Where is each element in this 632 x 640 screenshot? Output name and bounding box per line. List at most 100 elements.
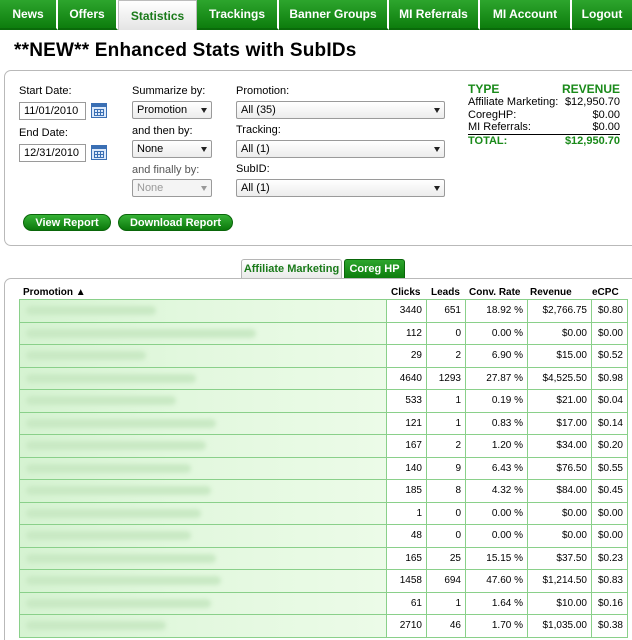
ecpc-cell: $0.55 — [591, 457, 628, 479]
col-header-promotion[interactable]: Promotion ▲ — [23, 287, 86, 298]
revenue-row: CoregHP: $0.00 — [468, 109, 620, 122]
nav-logout[interactable]: Logout — [572, 0, 632, 30]
top-nav: News Offers Statistics Trackings Banner … — [0, 0, 632, 30]
then-by-select[interactable]: None — [132, 140, 212, 158]
revenue-cell: $0.00 — [527, 525, 591, 547]
ecpc-cell: $0.45 — [591, 480, 628, 502]
ecpc-cell: $0.98 — [591, 367, 628, 389]
conv-rate-cell: 27.87 % — [465, 367, 527, 389]
tracking-value: All (1) — [241, 143, 270, 155]
finally-by-select[interactable]: None — [132, 179, 212, 197]
promotion-select[interactable]: All (35) — [236, 101, 445, 119]
leads-cell: 0 — [426, 525, 465, 547]
revenue-cell: $0.00 — [527, 502, 591, 524]
conv-rate-cell: 15.15 % — [465, 547, 527, 569]
subid-select[interactable]: All (1) — [236, 179, 445, 197]
leads-cell: 2 — [426, 345, 465, 367]
ecpc-cell: $0.00 — [591, 525, 628, 547]
leads-cell: 25 — [426, 547, 465, 569]
revenue-summary: TYPE REVENUE Affiliate Marketing: $12,95… — [468, 82, 620, 147]
ecpc-cell: $0.80 — [591, 300, 628, 322]
table-row: 533 1 0.19 % $21.00 $0.04 — [19, 390, 628, 413]
table-row: 4640 1293 27.87 % $4,525.50 $0.98 — [19, 367, 628, 390]
ecpc-cell: $0.83 — [591, 570, 628, 592]
nav-mi-referrals[interactable]: MI Referrals — [389, 0, 480, 30]
table-row: 3440 651 18.92 % $2,766.75 $0.80 — [19, 300, 628, 323]
ecpc-cell: $0.52 — [591, 345, 628, 367]
clicks-cell: 29 — [386, 345, 426, 367]
download-report-button[interactable]: Download Report — [118, 214, 233, 231]
start-date-label: Start Date: — [19, 85, 72, 97]
nav-trackings[interactable]: Trackings — [197, 0, 279, 30]
nav-banner-groups[interactable]: Banner Groups — [279, 0, 389, 30]
chevron-down-icon — [201, 108, 207, 113]
tracking-label: Tracking: — [236, 124, 281, 136]
start-date-input[interactable]: 11/01/2010 — [19, 102, 86, 120]
leads-cell: 9 — [426, 457, 465, 479]
end-date-label: End Date: — [19, 127, 68, 139]
revenue-value: $12,950.70 — [564, 96, 620, 108]
nav-statistics[interactable]: Statistics — [118, 0, 197, 30]
page-title: **NEW** Enhanced Stats with SubIDs — [14, 40, 357, 61]
revenue-value: $0.00 — [592, 121, 620, 133]
conv-rate-cell: 47.60 % — [465, 570, 527, 592]
leads-cell: 694 — [426, 570, 465, 592]
table-row: 112 0 0.00 % $0.00 $0.00 — [19, 322, 628, 345]
chevron-down-icon — [434, 186, 440, 191]
then-by-label: and then by: — [132, 125, 193, 137]
conv-rate-cell: 1.70 % — [465, 615, 527, 637]
leads-cell: 1 — [426, 412, 465, 434]
table-row: 165 25 15.15 % $37.50 $0.23 — [19, 547, 628, 570]
clicks-cell: 112 — [386, 322, 426, 344]
revenue-cell: $34.00 — [527, 435, 591, 457]
leads-cell: 1 — [426, 390, 465, 412]
nav-offers[interactable]: Offers — [58, 0, 118, 30]
leads-cell: 0 — [426, 502, 465, 524]
table-row: 2710 46 1.70 % $1,035.00 $0.38 — [19, 615, 628, 638]
tab-coreg-hp[interactable]: Coreg HP — [344, 259, 405, 278]
redacted-promotion-name — [26, 621, 166, 631]
summarize-select[interactable]: Promotion — [132, 101, 212, 119]
col-header-leads[interactable]: Leads — [431, 287, 460, 298]
clicks-cell: 165 — [386, 547, 426, 569]
col-header-conv-rate[interactable]: Conv. Rate — [469, 287, 521, 298]
nav-news[interactable]: News — [0, 0, 58, 30]
leads-cell: 651 — [426, 300, 465, 322]
promotion-cell — [19, 300, 386, 322]
col-header-revenue[interactable]: Revenue — [530, 287, 572, 298]
revenue-cell: $2,766.75 — [527, 300, 591, 322]
revenue-cell: $4,525.50 — [527, 367, 591, 389]
clicks-cell: 121 — [386, 412, 426, 434]
redacted-promotion-name — [26, 598, 211, 608]
promotion-cell — [19, 615, 386, 637]
leads-cell: 1293 — [426, 367, 465, 389]
end-date-input[interactable]: 12/31/2010 — [19, 144, 86, 162]
clicks-cell: 167 — [386, 435, 426, 457]
calendar-icon[interactable] — [91, 103, 107, 118]
promotion-value: All (35) — [241, 104, 276, 116]
revenue-cell: $15.00 — [527, 345, 591, 367]
col-header-ecpc[interactable]: eCPC — [592, 287, 619, 298]
view-report-button[interactable]: View Report — [23, 214, 111, 231]
ecpc-cell: $0.14 — [591, 412, 628, 434]
revenue-cell: $1,035.00 — [527, 615, 591, 637]
revenue-type: MI Referrals: — [468, 121, 531, 133]
revenue-row: MI Referrals: $0.00 — [468, 121, 620, 134]
clicks-cell: 533 — [386, 390, 426, 412]
conv-rate-cell: 1.64 % — [465, 592, 527, 614]
col-header-clicks[interactable]: Clicks — [391, 287, 420, 298]
clicks-cell: 48 — [386, 525, 426, 547]
redacted-promotion-name — [26, 418, 216, 428]
revenue-cell: $10.00 — [527, 592, 591, 614]
conv-rate-cell: 0.00 % — [465, 322, 527, 344]
ecpc-cell: $0.04 — [591, 390, 628, 412]
redacted-promotion-name — [26, 441, 206, 451]
conv-rate-cell: 18.92 % — [465, 300, 527, 322]
tracking-select[interactable]: All (1) — [236, 140, 445, 158]
total-value: $12,950.70 — [564, 134, 620, 147]
revenue-cell: $0.00 — [527, 322, 591, 344]
table-row: 1 0 0.00 % $0.00 $0.00 — [19, 502, 628, 525]
nav-mi-account[interactable]: MI Account — [480, 0, 572, 30]
calendar-icon[interactable] — [91, 145, 107, 160]
tab-affiliate-marketing[interactable]: Affiliate Marketing — [241, 259, 342, 278]
